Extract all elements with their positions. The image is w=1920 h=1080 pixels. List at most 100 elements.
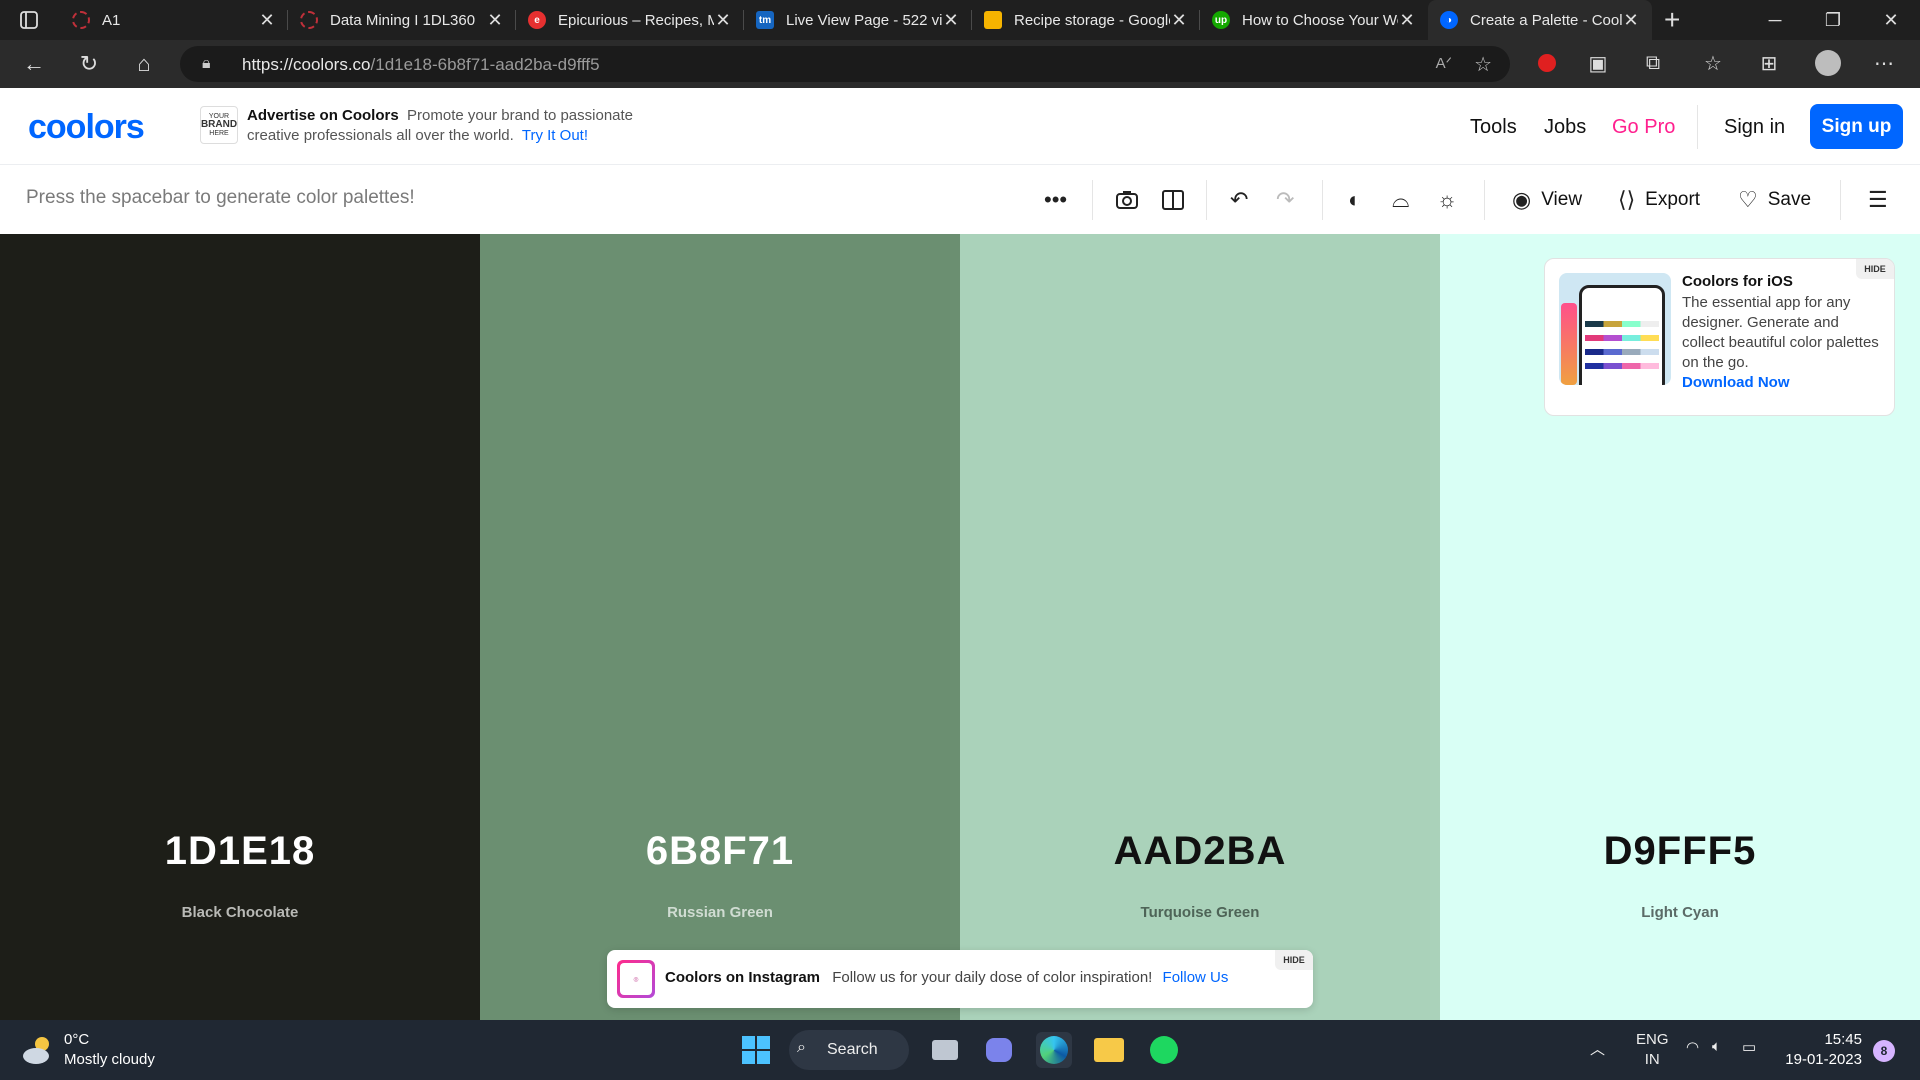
profile-avatar-icon[interactable] — [1815, 50, 1841, 76]
close-tab-icon[interactable]: ✕ — [486, 10, 504, 31]
more-menu-icon[interactable]: ⋯ — [1871, 50, 1897, 76]
redo-icon[interactable]: ↷ — [1276, 185, 1294, 215]
save-label: Save — [1767, 189, 1812, 210]
sign-up-button[interactable]: Sign up — [1810, 104, 1903, 149]
tab-a1[interactable]: A1 ✕ — [60, 0, 288, 40]
nav-go-pro[interactable]: Go Pro — [1612, 116, 1675, 139]
close-window-icon[interactable]: ✕ — [1862, 0, 1920, 40]
file-explorer-icon[interactable] — [1091, 1032, 1127, 1068]
tab-data-mining[interactable]: Data Mining I 1DL360 ✕ — [288, 0, 516, 40]
coolors-logo[interactable]: coolors — [28, 108, 145, 147]
nav-tools[interactable]: Tools — [1470, 116, 1517, 139]
tab-epicurious[interactable]: e Epicurious – Recipes, Menu Ideas ✕ — [516, 0, 744, 40]
coolors-favicon-icon: ◑ — [1440, 11, 1458, 29]
palette-stripe — [1585, 363, 1659, 369]
export-button[interactable]: ⟨⟩ Export — [1618, 185, 1700, 215]
extension-image-icon[interactable]: ▣ — [1585, 50, 1611, 76]
color-column[interactable]: 6B8F71 Russian Green — [480, 234, 960, 1020]
tab-actions-icon[interactable] — [18, 9, 40, 31]
palette-stripe — [1585, 321, 1659, 327]
refresh-icon[interactable]: ↻ — [77, 51, 101, 76]
collections-icon[interactable]: ⊞ — [1756, 50, 1782, 76]
battery-icon[interactable]: ▭ — [1742, 1038, 1756, 1056]
view-button[interactable]: ◉ View — [1512, 185, 1582, 215]
header-divider — [1697, 105, 1698, 149]
hide-ios-card-button[interactable]: HIDE — [1856, 259, 1894, 279]
nav-jobs[interactable]: Jobs — [1544, 116, 1586, 139]
ad-link[interactable]: Try It Out! — [522, 127, 588, 144]
spotify-icon[interactable] — [1146, 1032, 1182, 1068]
volume-icon[interactable]: 🔈︎ — [1712, 1038, 1721, 1055]
undo-icon[interactable]: ↶ — [1230, 185, 1248, 215]
toolbar-divider — [1092, 180, 1093, 220]
spacebar-hint: Press the spacebar to generate color pal… — [26, 187, 415, 208]
tab-title: Epicurious – Recipes, Menu Ideas — [558, 11, 714, 29]
tab-recipe-storage[interactable]: Recipe storage - Google Docs ✕ — [972, 0, 1200, 40]
close-tab-icon[interactable]: ✕ — [1170, 10, 1188, 31]
tab-coolors-active[interactable]: ◑ Create a Palette - Coolors ✕ — [1428, 0, 1652, 40]
address-bar[interactable]: 🔒︎ https://coolors.co/1d1e18-6b8f71-aad2… — [180, 46, 1510, 82]
windows-taskbar: 0°C Mostly cloudy ⌕ Search ︿ ENG IN ◠ 🔈︎… — [0, 1020, 1920, 1080]
close-tab-icon[interactable]: ✕ — [714, 10, 732, 31]
close-tab-icon[interactable]: ✕ — [1622, 10, 1640, 31]
brightness-icon[interactable]: ☼ — [1437, 185, 1457, 215]
color-hex[interactable]: 6B8F71 — [480, 829, 960, 874]
tab-how-to-choose[interactable]: up How to Choose Your Words ✕ — [1200, 0, 1428, 40]
keep-favicon-icon — [984, 11, 1002, 29]
close-tab-icon[interactable]: ✕ — [942, 10, 960, 31]
home-icon[interactable]: ⌂ — [132, 51, 156, 76]
color-name: Black Chocolate — [181, 904, 299, 921]
instagram-icon: ◎ — [617, 960, 655, 998]
read-aloud-icon[interactable]: Aᐟ — [1436, 54, 1452, 72]
ios-promo-card: Coolors for iOS The essential app for an… — [1544, 258, 1895, 416]
clock[interactable]: 15:45 19-01-2023 — [1776, 1030, 1862, 1070]
weather-condition: Mostly cloudy — [64, 1051, 155, 1068]
windows-start-icon[interactable] — [738, 1032, 774, 1068]
color-column[interactable]: AAD2BA Turquoise Green — [960, 234, 1440, 1020]
view-label: View — [1541, 189, 1583, 210]
ad-brand-badge[interactable]: YOUR BRAND HERE — [200, 106, 238, 144]
extension-red-icon[interactable] — [1534, 50, 1560, 76]
sign-in-link[interactable]: Sign in — [1724, 116, 1785, 139]
teams-chat-icon[interactable] — [981, 1032, 1017, 1068]
color-hex[interactable]: D9FFF5 — [1440, 829, 1920, 874]
taskbar-search[interactable]: ⌕ Search — [789, 1030, 909, 1070]
add-favorite-icon[interactable]: ☆ — [1474, 52, 1492, 77]
minimize-icon[interactable]: ─ — [1746, 0, 1804, 40]
favorites-icon[interactable]: ☆ — [1700, 50, 1726, 76]
save-button[interactable]: ♡ Save — [1738, 185, 1811, 215]
show-hidden-icons-chevron-icon[interactable]: ︿ — [1590, 1038, 1605, 1059]
download-now-link[interactable]: Download Now — [1682, 374, 1790, 391]
close-tab-icon[interactable]: ✕ — [1398, 10, 1416, 31]
weather-cloud-icon[interactable] — [20, 1032, 56, 1068]
palette-stripe — [1585, 349, 1659, 355]
color-column[interactable]: 1D1E18 Black Chocolate — [0, 234, 480, 1020]
new-tab-button[interactable]: + — [1664, 4, 1680, 36]
edge-browser-icon[interactable] — [1036, 1032, 1072, 1068]
eye-icon: ◉ — [1512, 187, 1532, 212]
close-tab-icon[interactable]: ✕ — [258, 10, 276, 31]
tab-live-view[interactable]: tm Live View Page - 522 views ✕ — [744, 0, 972, 40]
weather-widget[interactable]: 0°C Mostly cloudy — [64, 1030, 155, 1070]
more-options-icon[interactable]: ••• — [1044, 185, 1067, 215]
task-view-icon[interactable] — [927, 1032, 963, 1068]
search-icon: ⌕ — [797, 1039, 806, 1056]
compare-panel-icon[interactable] — [1160, 185, 1186, 215]
taskbar-search-label: Search — [827, 1041, 878, 1058]
follow-us-link[interactable]: Follow Us — [1163, 969, 1229, 986]
tab-title: Create a Palette - Coolors — [1470, 11, 1622, 29]
back-icon[interactable]: ← — [22, 51, 46, 76]
glasses-icon[interactable]: ⌓ — [1392, 185, 1409, 215]
contrast-icon[interactable]: ◐ — [1348, 185, 1361, 215]
language-indicator[interactable]: ENG IN — [1636, 1030, 1669, 1070]
url-domain: https://coolors.co — [242, 55, 371, 74]
extensions-icon[interactable]: ⧉ — [1640, 50, 1666, 76]
color-hex[interactable]: AAD2BA — [960, 829, 1440, 874]
hide-instagram-bar-button[interactable]: HIDE — [1275, 950, 1313, 970]
notification-badge[interactable]: 8 — [1873, 1040, 1895, 1062]
color-hex[interactable]: 1D1E18 — [0, 829, 480, 874]
restore-icon[interactable]: ❐ — [1804, 0, 1862, 40]
camera-icon[interactable] — [1114, 185, 1140, 215]
wifi-icon[interactable]: ◠ — [1686, 1038, 1699, 1056]
hamburger-menu-icon[interactable]: ☰ — [1868, 185, 1888, 215]
